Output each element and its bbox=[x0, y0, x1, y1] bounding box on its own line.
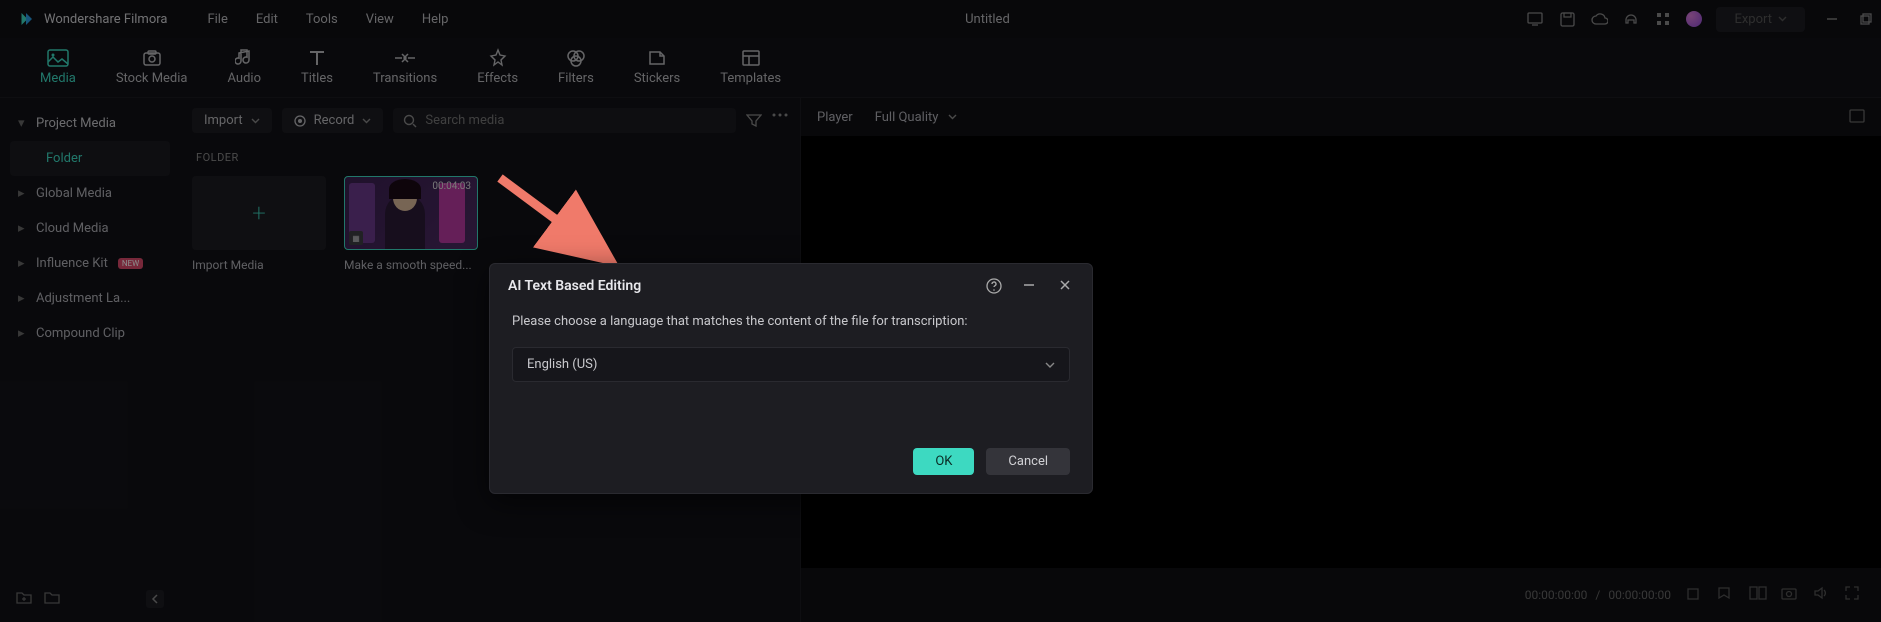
language-select[interactable]: English (US) bbox=[512, 347, 1070, 382]
dialog-title: AI Text Based Editing bbox=[508, 278, 641, 294]
chevron-down-icon bbox=[1045, 362, 1055, 368]
minimize-dialog-button[interactable] bbox=[1022, 278, 1038, 294]
dialog-prompt: Please choose a language that matches th… bbox=[512, 314, 1070, 329]
language-value: English (US) bbox=[527, 357, 597, 372]
help-icon[interactable] bbox=[986, 278, 1002, 294]
dialog-header: AI Text Based Editing bbox=[490, 264, 1092, 304]
ok-button[interactable]: OK bbox=[913, 448, 974, 475]
dialog-footer: OK Cancel bbox=[490, 400, 1092, 493]
ai-text-editing-dialog: AI Text Based Editing Please choose a la… bbox=[489, 263, 1093, 494]
close-dialog-button[interactable] bbox=[1058, 278, 1074, 294]
dialog-body: Please choose a language that matches th… bbox=[490, 304, 1092, 400]
cancel-button[interactable]: Cancel bbox=[986, 448, 1070, 475]
